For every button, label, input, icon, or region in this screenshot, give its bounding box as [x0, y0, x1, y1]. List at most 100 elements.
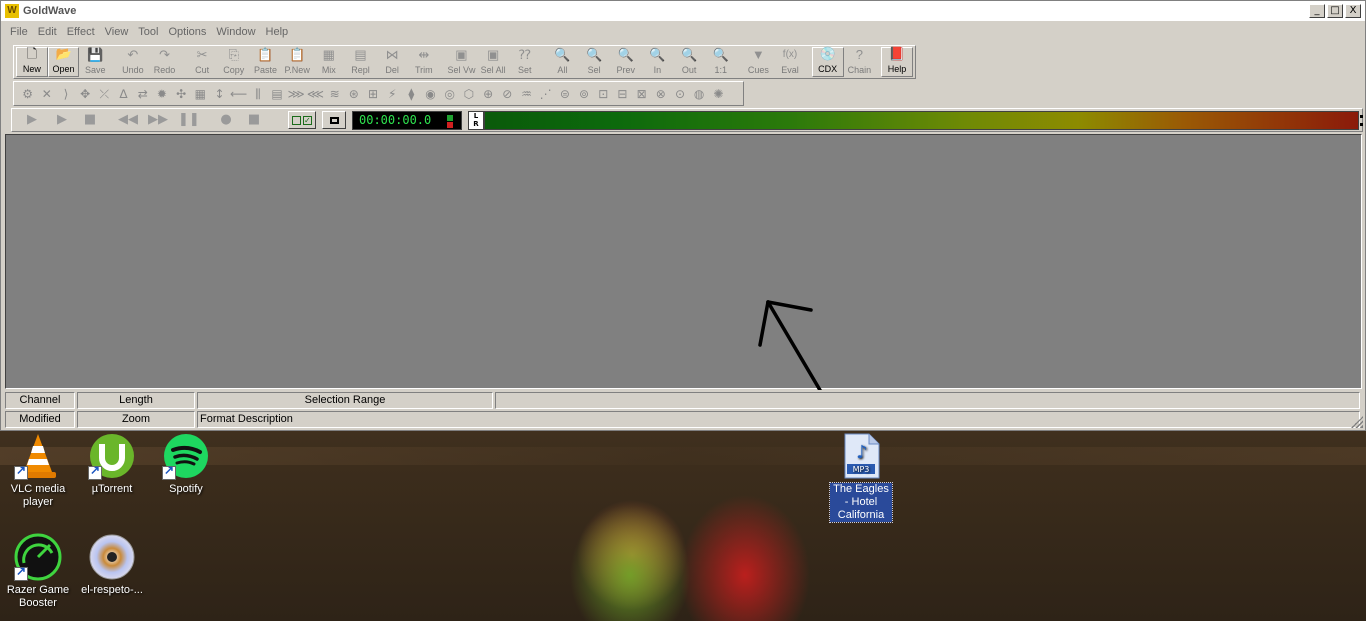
sel-vw-button[interactable]: ▣ Sel Vw [446, 47, 478, 77]
reverb-icon[interactable]: ◍ [690, 84, 709, 104]
noise-gate-icon[interactable]: ✺ [709, 84, 728, 104]
menu-edit[interactable]: Edit [33, 26, 62, 38]
repl-button[interactable]: ▤ Repl [345, 47, 377, 77]
gear-icon[interactable]: ✹ [152, 84, 171, 104]
scissors-icon: ✂ [196, 47, 208, 62]
volume-match-icon[interactable]: ⊗ [651, 84, 670, 104]
cues-button[interactable]: ▼ Cues [743, 47, 775, 77]
chain-button[interactable]: ? Chain [844, 47, 876, 77]
desktop-icon-razer-game-booster[interactable]: Razer Game Booster [0, 533, 76, 610]
del-button[interactable]: ⋈ Del [376, 47, 408, 77]
in-button[interactable]: 🔍 In [642, 47, 674, 77]
sel-all-button[interactable]: ▣ Sel All [477, 47, 509, 77]
minimize-button[interactable]: _ [1309, 4, 1325, 18]
spectrum-icon[interactable]: ⊙ [670, 84, 689, 104]
sound-work-area[interactable] [5, 134, 1362, 390]
reverse-icon[interactable]: ⋘ [306, 84, 325, 104]
equalizer-icon[interactable]: ⊕ [479, 84, 498, 104]
time-warp-icon[interactable]: ⚡ [383, 84, 402, 104]
resample-icon[interactable]: ⋙ [287, 84, 306, 104]
cut-button[interactable]: ✂ Cut [186, 47, 218, 77]
toolbar-button-label: In [653, 65, 662, 75]
invert-icon[interactable]: ✣ [172, 84, 191, 104]
menu-view[interactable]: View [100, 26, 134, 38]
close-button[interactable]: X [1345, 4, 1361, 18]
all-button[interactable]: 🔍 All [547, 47, 579, 77]
zoom-out-icon: 🔍 [680, 47, 698, 62]
1-1-button[interactable]: 🔍 1:1 [705, 47, 737, 77]
volume-icon[interactable]: ⧫ [402, 84, 421, 104]
toolbar-button-label: Redo [153, 65, 176, 75]
echo-icon[interactable]: ✥ [76, 84, 95, 104]
maximize-icon[interactable]: ⊠ [632, 84, 651, 104]
noise-reduction-icon[interactable]: ⬡ [459, 84, 478, 104]
copy-button[interactable]: ⎘ Copy [218, 47, 250, 77]
bandpass-icon[interactable]: ⊚ [574, 84, 593, 104]
playback-rate-icon[interactable]: ▤ [267, 84, 286, 104]
lowpass-icon[interactable]: ⊡ [594, 84, 613, 104]
sel-button[interactable]: 🔍 Sel [578, 47, 610, 77]
title-bar[interactable]: W GoldWave _ □ X [1, 1, 1365, 22]
desktop-icon-hotel-california-mp3[interactable]: ♪ MP3 The Eagles - Hotel California [823, 432, 899, 523]
menu-tool[interactable]: Tool [133, 26, 163, 38]
status-channel: Channel [5, 392, 75, 409]
silence-icon[interactable]: ≋ [325, 84, 344, 104]
help-button[interactable]: 📕 Help [881, 46, 913, 77]
save-button[interactable]: 💾 Save [79, 47, 111, 77]
maximize-button[interactable]: □ [1327, 4, 1343, 18]
desktop-icon-spotify[interactable]: Spotify [148, 432, 224, 496]
menu-options[interactable]: Options [163, 26, 211, 38]
record-icon[interactable]: ● [216, 112, 236, 128]
out-button[interactable]: 🔍 Out [673, 47, 705, 77]
desktop-icon-el-respeto[interactable]: el-respeto-... [74, 533, 150, 597]
new-button[interactable]: 🗋 New [16, 46, 48, 77]
set-button[interactable]: ⁇ Set [509, 47, 541, 77]
compressor-icon[interactable]: ⊘ [498, 84, 517, 104]
dc-offset-icon[interactable]: ⚙ [18, 84, 37, 104]
play-icon[interactable]: ▶ [22, 112, 42, 128]
dynamics-icon[interactable]: ⟩ [56, 84, 75, 104]
open-button[interactable]: 📂 Open [47, 46, 80, 77]
offset-icon[interactable]: ↕ [210, 84, 229, 104]
pop-click-icon[interactable]: ♒ [517, 84, 536, 104]
redo-button[interactable]: ↷ Redo [149, 47, 181, 77]
menu-file[interactable]: File [5, 26, 33, 38]
paste-button[interactable]: 📋 Paste [250, 47, 282, 77]
stop-record-icon[interactable]: ■ [244, 112, 264, 128]
volume-shape-icon[interactable]: ◉ [421, 84, 440, 104]
prev-button[interactable]: 🔍 Prev [610, 47, 642, 77]
resize-grip-icon[interactable] [1351, 416, 1363, 428]
device-controls-button[interactable]: ✓ [288, 111, 316, 129]
pitch-icon[interactable]: ⫼ [248, 84, 267, 104]
auto-gain-icon[interactable]: ◎ [440, 84, 459, 104]
filter-icon[interactable]: ∆ [114, 84, 133, 104]
trim-button[interactable]: ⇹ Trim [408, 47, 440, 77]
toolbar-button-label: Del [385, 65, 399, 75]
interpolate-icon[interactable]: ⋰ [536, 84, 555, 104]
spatial-icon[interactable]: ⊛ [344, 84, 363, 104]
desktop-icon-utorrent[interactable]: µTorrent [74, 432, 150, 496]
stop-icon[interactable]: ■ [80, 112, 100, 128]
fast-forward-icon[interactable]: ▶▶ [146, 112, 170, 128]
cdx-button[interactable]: 💿 CDX [811, 46, 844, 77]
undo-button[interactable]: ↶ Undo [117, 47, 149, 77]
menu-window[interactable]: Window [211, 26, 260, 38]
rewind-icon[interactable]: ◀◀ [116, 112, 140, 128]
fade-icon[interactable]: ⤫ [95, 84, 114, 104]
channel-mixer-icon[interactable]: ⊜ [555, 84, 574, 104]
desktop-icon-vlc[interactable]: VLC media player [0, 432, 76, 509]
menu-help[interactable]: Help [261, 26, 294, 38]
doppler-icon[interactable]: ✕ [37, 84, 56, 104]
stereo-icon[interactable]: ⊞ [363, 84, 382, 104]
play-selection-icon[interactable]: ▶ [52, 112, 72, 128]
pan-icon[interactable]: ⟵ [229, 84, 248, 104]
menu-effect[interactable]: Effect [62, 26, 100, 38]
mechanize-icon[interactable]: ▦ [191, 84, 210, 104]
flange-icon[interactable]: ⇄ [133, 84, 152, 104]
highpass-icon[interactable]: ⊟ [613, 84, 632, 104]
pause-icon[interactable]: ❚❚ [178, 112, 200, 128]
mix-button[interactable]: ▦ Mix [313, 47, 345, 77]
p-new-button[interactable]: 📋 P.New [281, 47, 313, 77]
control-properties-button[interactable] [322, 111, 346, 129]
eval-button[interactable]: f(x) Eval [774, 47, 806, 77]
